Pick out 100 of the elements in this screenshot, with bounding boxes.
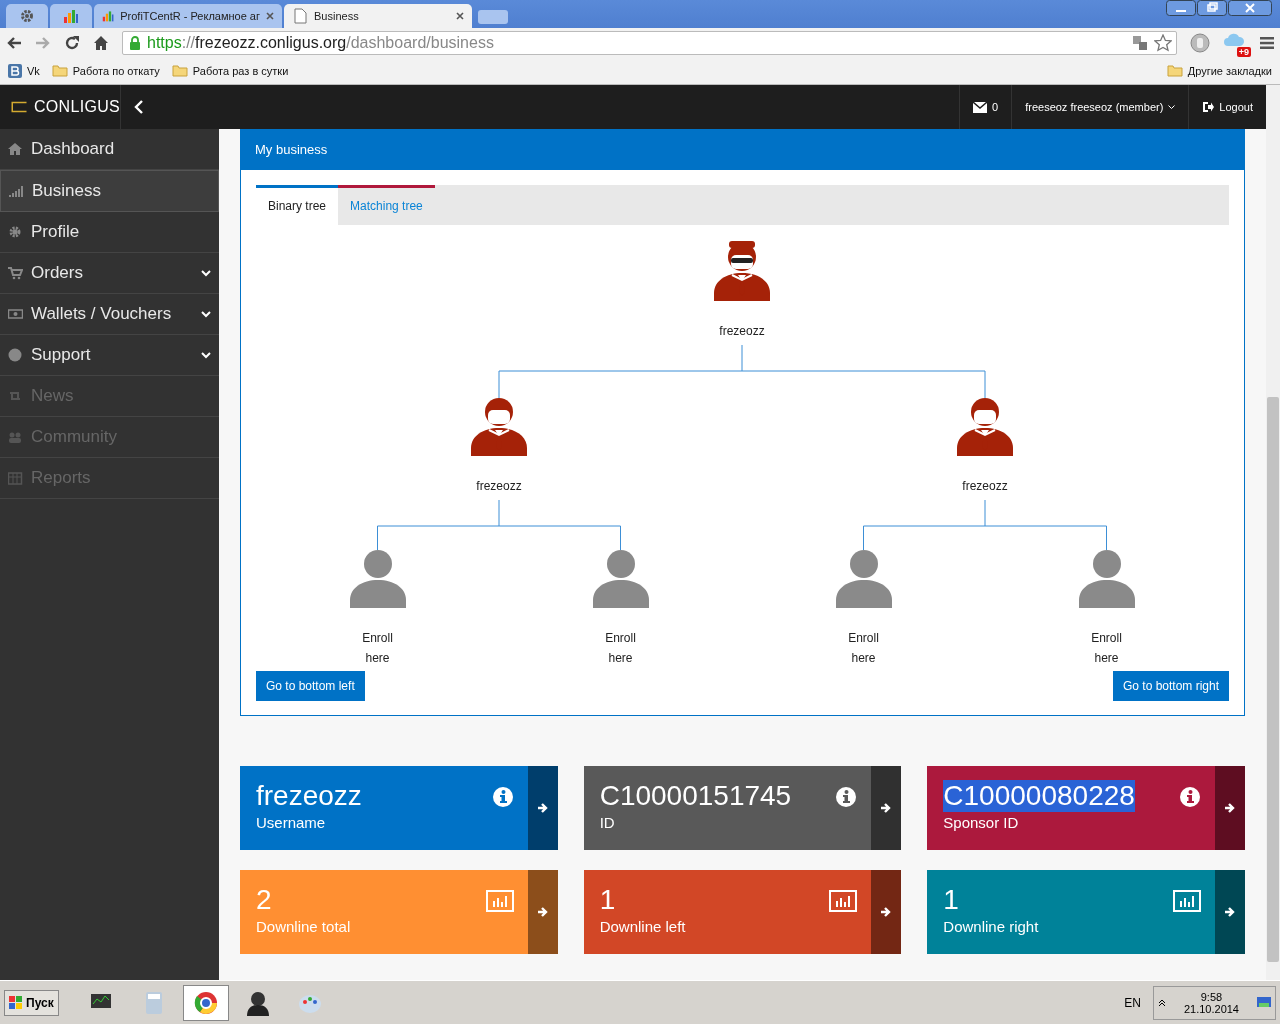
chevron-down-icon — [201, 351, 211, 359]
users-icon — [8, 430, 23, 444]
cloud-icon — [1223, 32, 1245, 47]
info-icon — [835, 786, 858, 808]
folder-icon — [51, 64, 68, 77]
arrow-right-icon — [880, 906, 893, 918]
minimize-icon[interactable] — [1166, 0, 1196, 16]
bar-chart-icon — [102, 8, 115, 24]
bookmark[interactable]: Vk — [8, 63, 40, 78]
enroll-link[interactable]: Enroll here — [600, 628, 641, 668]
navigation-button[interactable]: Go to bottom right — [1112, 671, 1229, 701]
taskbar-button[interactable] — [182, 985, 229, 1021]
page-icon — [292, 8, 308, 24]
tile-label: Downline total — [256, 918, 351, 935]
tile-arrow-button[interactable] — [527, 766, 558, 850]
tile-arrow-button[interactable] — [1215, 766, 1245, 850]
envelope-icon — [973, 101, 988, 113]
enroll-link[interactable]: Enroll here — [357, 628, 398, 668]
menu-icon[interactable] — [1260, 35, 1274, 50]
arrow-right-icon — [536, 802, 549, 814]
sidebar-item[interactable]: Business — [0, 170, 219, 212]
home-icon[interactable] — [93, 34, 109, 51]
tile-arrow-button[interactable] — [1215, 870, 1245, 954]
browser-tab[interactable] — [50, 4, 92, 28]
navigation-button[interactable]: Go to bottom left — [256, 671, 365, 701]
close-icon[interactable] — [266, 12, 274, 20]
bar-chart-icon — [829, 890, 858, 912]
signal-bars-icon — [9, 184, 24, 198]
sidebar-item[interactable]: Support — [0, 335, 219, 376]
clock-date: 21.10.2014 — [1183, 1003, 1239, 1015]
close-icon[interactable] — [1228, 0, 1272, 16]
info-icon — [1179, 786, 1201, 808]
clock-time: 9:58 — [1199, 991, 1224, 1003]
tile-arrow-button[interactable] — [871, 766, 902, 850]
restore-icon[interactable] — [1197, 0, 1227, 16]
cart-icon — [8, 266, 23, 280]
chevron-down-icon — [201, 310, 211, 318]
browser-icon — [192, 990, 219, 1016]
tile-value: C10000151745 — [599, 780, 792, 812]
tile-value: frezeozz — [256, 780, 362, 812]
member-name: frezeozz — [719, 323, 765, 340]
tile-value: 2 — [256, 884, 272, 916]
chevron-down-icon — [201, 269, 211, 277]
desktop-icon[interactable] — [1257, 997, 1271, 1009]
bar-chart-icon — [63, 8, 79, 24]
folder-icon — [1166, 64, 1183, 77]
url-text: https://frezeozz.conligus.org/dashboard/business — [147, 33, 494, 52]
home-icon — [8, 142, 23, 156]
logo-icon — [10, 99, 28, 115]
scrollbar[interactable] — [1266, 85, 1280, 980]
reload-icon[interactable] — [64, 34, 80, 51]
bar-chart-icon — [485, 890, 514, 912]
arrow-right-icon — [536, 906, 549, 918]
windows-flag-icon — [9, 996, 23, 1010]
logout-icon — [1202, 101, 1215, 113]
language-indicator[interactable]: EN — [1124, 996, 1141, 1010]
lock-icon — [129, 35, 141, 50]
star-icon[interactable] — [1154, 33, 1172, 52]
member-name: frezeozz — [962, 478, 1008, 495]
member-name: frezeozz — [476, 478, 522, 495]
tile-value: 1 — [599, 884, 616, 916]
tab[interactable]: Binary tree — [256, 185, 339, 225]
tile-value: 1 — [943, 884, 959, 916]
close-icon[interactable] — [456, 12, 464, 20]
bookmark[interactable]: Работа раз в сутки — [171, 64, 289, 77]
caret-icon — [1168, 104, 1176, 110]
tile-arrow-button[interactable] — [871, 870, 902, 954]
tile-label: ID — [599, 814, 615, 831]
tile-value: C10000080228 — [943, 780, 1135, 812]
bar-chart-icon — [1173, 890, 1201, 912]
calendar-icon — [8, 471, 23, 485]
arrow-right-icon — [1224, 802, 1236, 814]
badge: +9 — [1236, 46, 1251, 57]
vk-icon — [8, 63, 22, 78]
back-arrow-icon[interactable] — [6, 34, 22, 51]
arrow-right-icon — [1224, 906, 1236, 918]
banknote-icon — [8, 307, 23, 321]
tile-arrow-button[interactable] — [527, 870, 558, 954]
enroll-link[interactable]: Enroll here — [1086, 628, 1127, 668]
tile-label: Username — [256, 814, 326, 831]
chevron-up-icon[interactable] — [1157, 999, 1166, 1007]
browser-tab[interactable]: ProfiTCentR - Рекламное аг — [94, 4, 282, 28]
enroll-link[interactable]: Enroll here — [843, 628, 884, 668]
bookmark[interactable]: Работа по откату — [51, 64, 160, 77]
gear-icon — [8, 225, 23, 239]
collapse-chevron-icon[interactable] — [134, 100, 144, 114]
logo-text: CONLIGUS — [34, 98, 120, 116]
start-button[interactable]: Пуск — [4, 990, 59, 1016]
arrow-right-icon — [880, 802, 893, 814]
panel-header: My business — [241, 129, 1244, 170]
person-icon — [244, 990, 271, 1016]
bookmark-folder[interactable]: Другие закладки — [1166, 64, 1272, 77]
browser-tab[interactable] — [6, 4, 48, 28]
address-bar[interactable]: https://frezeozz.conligus.org/dashboard/business — [122, 30, 1177, 55]
translate-icon[interactable] — [1132, 34, 1148, 51]
tile-label: Sponsor ID — [943, 814, 1019, 831]
gear-icon — [19, 8, 35, 24]
browser-tab[interactable]: Business — [284, 4, 472, 28]
info-icon — [491, 786, 514, 808]
folder-icon — [171, 64, 188, 77]
